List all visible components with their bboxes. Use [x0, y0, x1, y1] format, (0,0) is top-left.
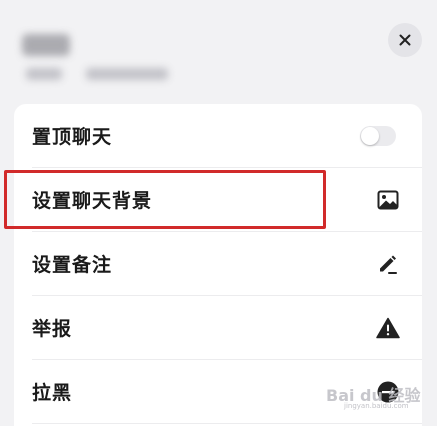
settings-item-chat-background[interactable]: 设置聊天背景	[14, 168, 422, 231]
contact-header	[0, 0, 437, 100]
divider	[32, 423, 422, 424]
settings-item-pin-chat[interactable]: 置顶聊天	[14, 104, 422, 167]
blurred-contact-info	[26, 68, 62, 80]
settings-item-label: 设置备注	[32, 254, 113, 276]
blurred-contact-id	[86, 68, 168, 80]
image-icon	[376, 188, 400, 212]
blurred-contact-name	[22, 34, 70, 56]
settings-item-label: 举报	[32, 318, 73, 340]
settings-card: 置顶聊天 设置聊天背景 设置备注 举报 拉黑	[14, 104, 422, 426]
settings-item-label: 拉黑	[32, 382, 73, 404]
edit-icon	[376, 252, 400, 276]
settings-item-label: 设置聊天背景	[32, 190, 153, 212]
settings-item-label: 置顶聊天	[32, 126, 113, 148]
chat-settings-page: 置顶聊天 设置聊天背景 设置备注 举报 拉黑 Bai du 经验 jingyan…	[0, 0, 437, 426]
settings-item-remark[interactable]: 设置备注	[14, 232, 422, 295]
settings-item-block[interactable]: 拉黑	[14, 360, 422, 423]
pin-chat-toggle[interactable]	[360, 125, 396, 146]
toggle-knob	[361, 126, 379, 145]
warning-icon	[376, 316, 400, 340]
close-icon	[399, 34, 411, 46]
settings-item-report[interactable]: 举报	[14, 296, 422, 359]
block-icon	[376, 380, 400, 404]
close-button[interactable]	[388, 23, 422, 57]
